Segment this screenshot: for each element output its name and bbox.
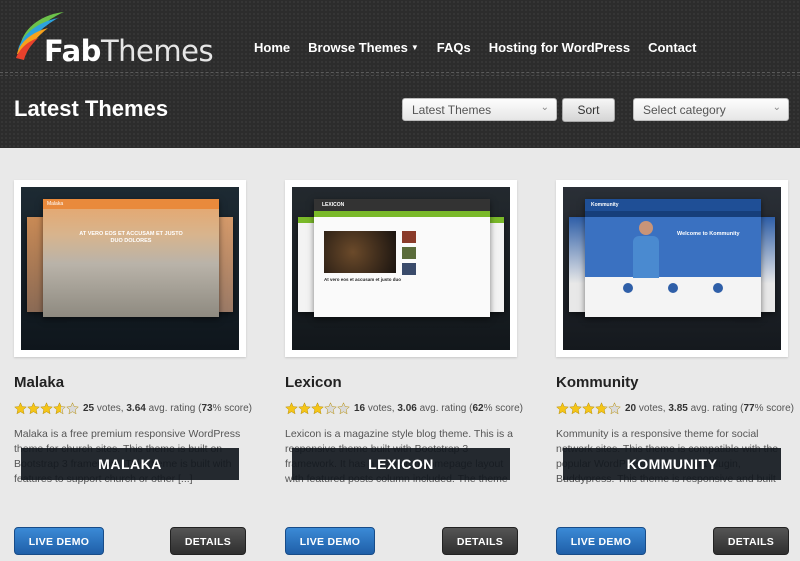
star-icon[interactable] <box>595 401 608 415</box>
category-select[interactable]: Select category ⌄ <box>633 98 789 121</box>
votes-count: 20 <box>625 402 637 414</box>
star-icon[interactable] <box>66 401 79 415</box>
theme-banner: LEXICON <box>292 448 510 480</box>
theme-card: LEXICON At vero eos et accusam et justo … <box>285 180 523 487</box>
sort-order-select[interactable]: Latest Themes ⌄ <box>402 98 557 121</box>
live-demo-button[interactable]: LIVE DEMO <box>556 527 646 555</box>
header-divider <box>0 72 800 73</box>
score-value: 77 <box>743 402 755 414</box>
screenshot-brand: LEXICON <box>314 199 490 211</box>
chevron-down-icon: ⌄ <box>540 102 549 113</box>
votes-label: votes, <box>638 402 666 414</box>
star-rating[interactable] <box>285 401 350 415</box>
avg-label: avg. rating ( <box>148 402 202 414</box>
star-icon[interactable] <box>40 401 53 415</box>
avg-rating: 3.85 <box>668 402 688 414</box>
theme-thumbnail[interactable]: LEXICON At vero eos et accusam et justo … <box>285 180 517 480</box>
score-label: % score) <box>212 402 253 414</box>
theme-thumbnail[interactable]: Malaka AT VERO EOS ET ACCUSAM ET JUSTO D… <box>14 180 246 480</box>
star-icon[interactable] <box>285 401 298 415</box>
logo-wordmark: FabThemes <box>44 34 214 68</box>
screenshot-photo <box>324 231 396 273</box>
sort-order-value: Latest Themes <box>412 103 492 117</box>
page-title: Latest Themes <box>14 96 169 121</box>
star-icon[interactable] <box>608 401 621 415</box>
star-icon[interactable] <box>337 401 350 415</box>
theme-banner: KOMMUNITY <box>563 448 781 480</box>
details-button[interactable]: DETAILS <box>170 527 246 555</box>
screenshot-main: Malaka AT VERO EOS ET ACCUSAM ET JUSTO D… <box>43 199 219 317</box>
score-value: 73 <box>201 402 213 414</box>
theme-banner: MALAKA <box>21 448 239 480</box>
screenshot-thumb <box>402 247 416 259</box>
screenshot-main: LEXICON At vero eos et accusam et justo … <box>314 199 490 317</box>
screenshot-navbar <box>314 211 490 217</box>
sort-button[interactable]: Sort <box>562 98 615 122</box>
live-demo-button[interactable]: LIVE DEMO <box>14 527 104 555</box>
avg-rating: 3.06 <box>397 402 417 414</box>
site-logo[interactable]: FabThemes <box>14 6 214 68</box>
score-value: 62 <box>472 402 484 414</box>
votes-count: 16 <box>354 402 366 414</box>
avg-label: avg. rating ( <box>690 402 744 414</box>
score-label: % score) <box>483 402 524 414</box>
live-demo-button[interactable]: LIVE DEMO <box>285 527 375 555</box>
chevron-down-icon: ⌄ <box>772 102 781 113</box>
star-icon[interactable] <box>27 401 40 415</box>
star-icon[interactable] <box>311 401 324 415</box>
screenshot-thumb <box>402 231 416 243</box>
screenshot-hero: Welcome to Kommunity <box>585 217 761 278</box>
screenshot-brand: Malaka <box>43 199 219 209</box>
theme-card: Kommunity Welcome to Kommunity KOMMUNITY… <box>556 180 794 487</box>
thumbnail-image: LEXICON At vero eos et accusam et justo … <box>292 187 510 350</box>
theme-card: Malaka AT VERO EOS ET ACCUSAM ET JUSTO D… <box>14 180 252 487</box>
header-divider <box>0 75 800 76</box>
logo-themes-text: Themes <box>100 34 214 68</box>
nav-faqs[interactable]: FAQs <box>437 40 471 55</box>
screenshot-main: Kommunity Welcome to Kommunity <box>585 199 761 317</box>
theme-thumbnail[interactable]: Kommunity Welcome to Kommunity KOMMUNITY <box>556 180 788 480</box>
nav-hosting[interactable]: Hosting for WordPress <box>489 40 630 55</box>
thumbnail-image: Kommunity Welcome to Kommunity <box>563 187 781 350</box>
nav-browse-themes[interactable]: Browse Themes ▼ <box>308 40 419 55</box>
score-label: % score) <box>754 402 795 414</box>
thumbnail-image: Malaka AT VERO EOS ET ACCUSAM ET JUSTO D… <box>21 187 239 350</box>
theme-title[interactable]: Lexicon <box>285 374 517 391</box>
star-icon[interactable] <box>53 401 66 415</box>
theme-title[interactable]: Malaka <box>14 374 246 391</box>
logo-fab-text: Fab <box>44 34 101 68</box>
star-rating[interactable] <box>556 401 621 415</box>
details-button[interactable]: DETAILS <box>713 527 789 555</box>
votes-label: votes, <box>367 402 395 414</box>
nav-contact[interactable]: Contact <box>648 40 696 55</box>
star-icon[interactable] <box>582 401 595 415</box>
votes-count: 25 <box>83 402 95 414</box>
avg-rating: 3.64 <box>126 402 146 414</box>
star-icon[interactable] <box>324 401 337 415</box>
star-rating[interactable] <box>14 401 79 415</box>
star-icon[interactable] <box>556 401 569 415</box>
details-button[interactable]: DETAILS <box>442 527 518 555</box>
screenshot-heading: Welcome to Kommunity <box>677 231 740 237</box>
nav-home[interactable]: Home <box>254 40 290 55</box>
theme-title[interactable]: Kommunity <box>556 374 788 391</box>
screenshot-thumb <box>402 263 416 275</box>
screenshot-caption: At vero eos et accusam et justo duo <box>324 277 402 282</box>
votes-label: votes, <box>96 402 124 414</box>
nav-browse-label: Browse Themes <box>308 40 408 55</box>
screenshot-heading: AT VERO EOS ET ACCUSAM ET JUSTO DUO DOLO… <box>79 231 183 244</box>
avg-label: avg. rating ( <box>419 402 473 414</box>
star-icon[interactable] <box>298 401 311 415</box>
category-select-value: Select category <box>643 103 726 117</box>
star-icon[interactable] <box>569 401 582 415</box>
screenshot-features <box>585 277 761 299</box>
star-icon[interactable] <box>14 401 27 415</box>
caret-down-icon: ▼ <box>410 43 419 52</box>
person-illustration-icon <box>633 221 659 278</box>
theme-rating: 16 votes, 3.06 avg. rating (62% score) <box>285 400 523 416</box>
screenshot-brand: Kommunity <box>585 199 761 211</box>
theme-rating: 25 votes, 3.64 avg. rating (73% score) <box>14 400 252 416</box>
theme-rating: 20 votes, 3.85 avg. rating (77% score) <box>556 400 794 416</box>
main-nav: Home Browse Themes ▼ FAQs Hosting for Wor… <box>254 40 714 55</box>
